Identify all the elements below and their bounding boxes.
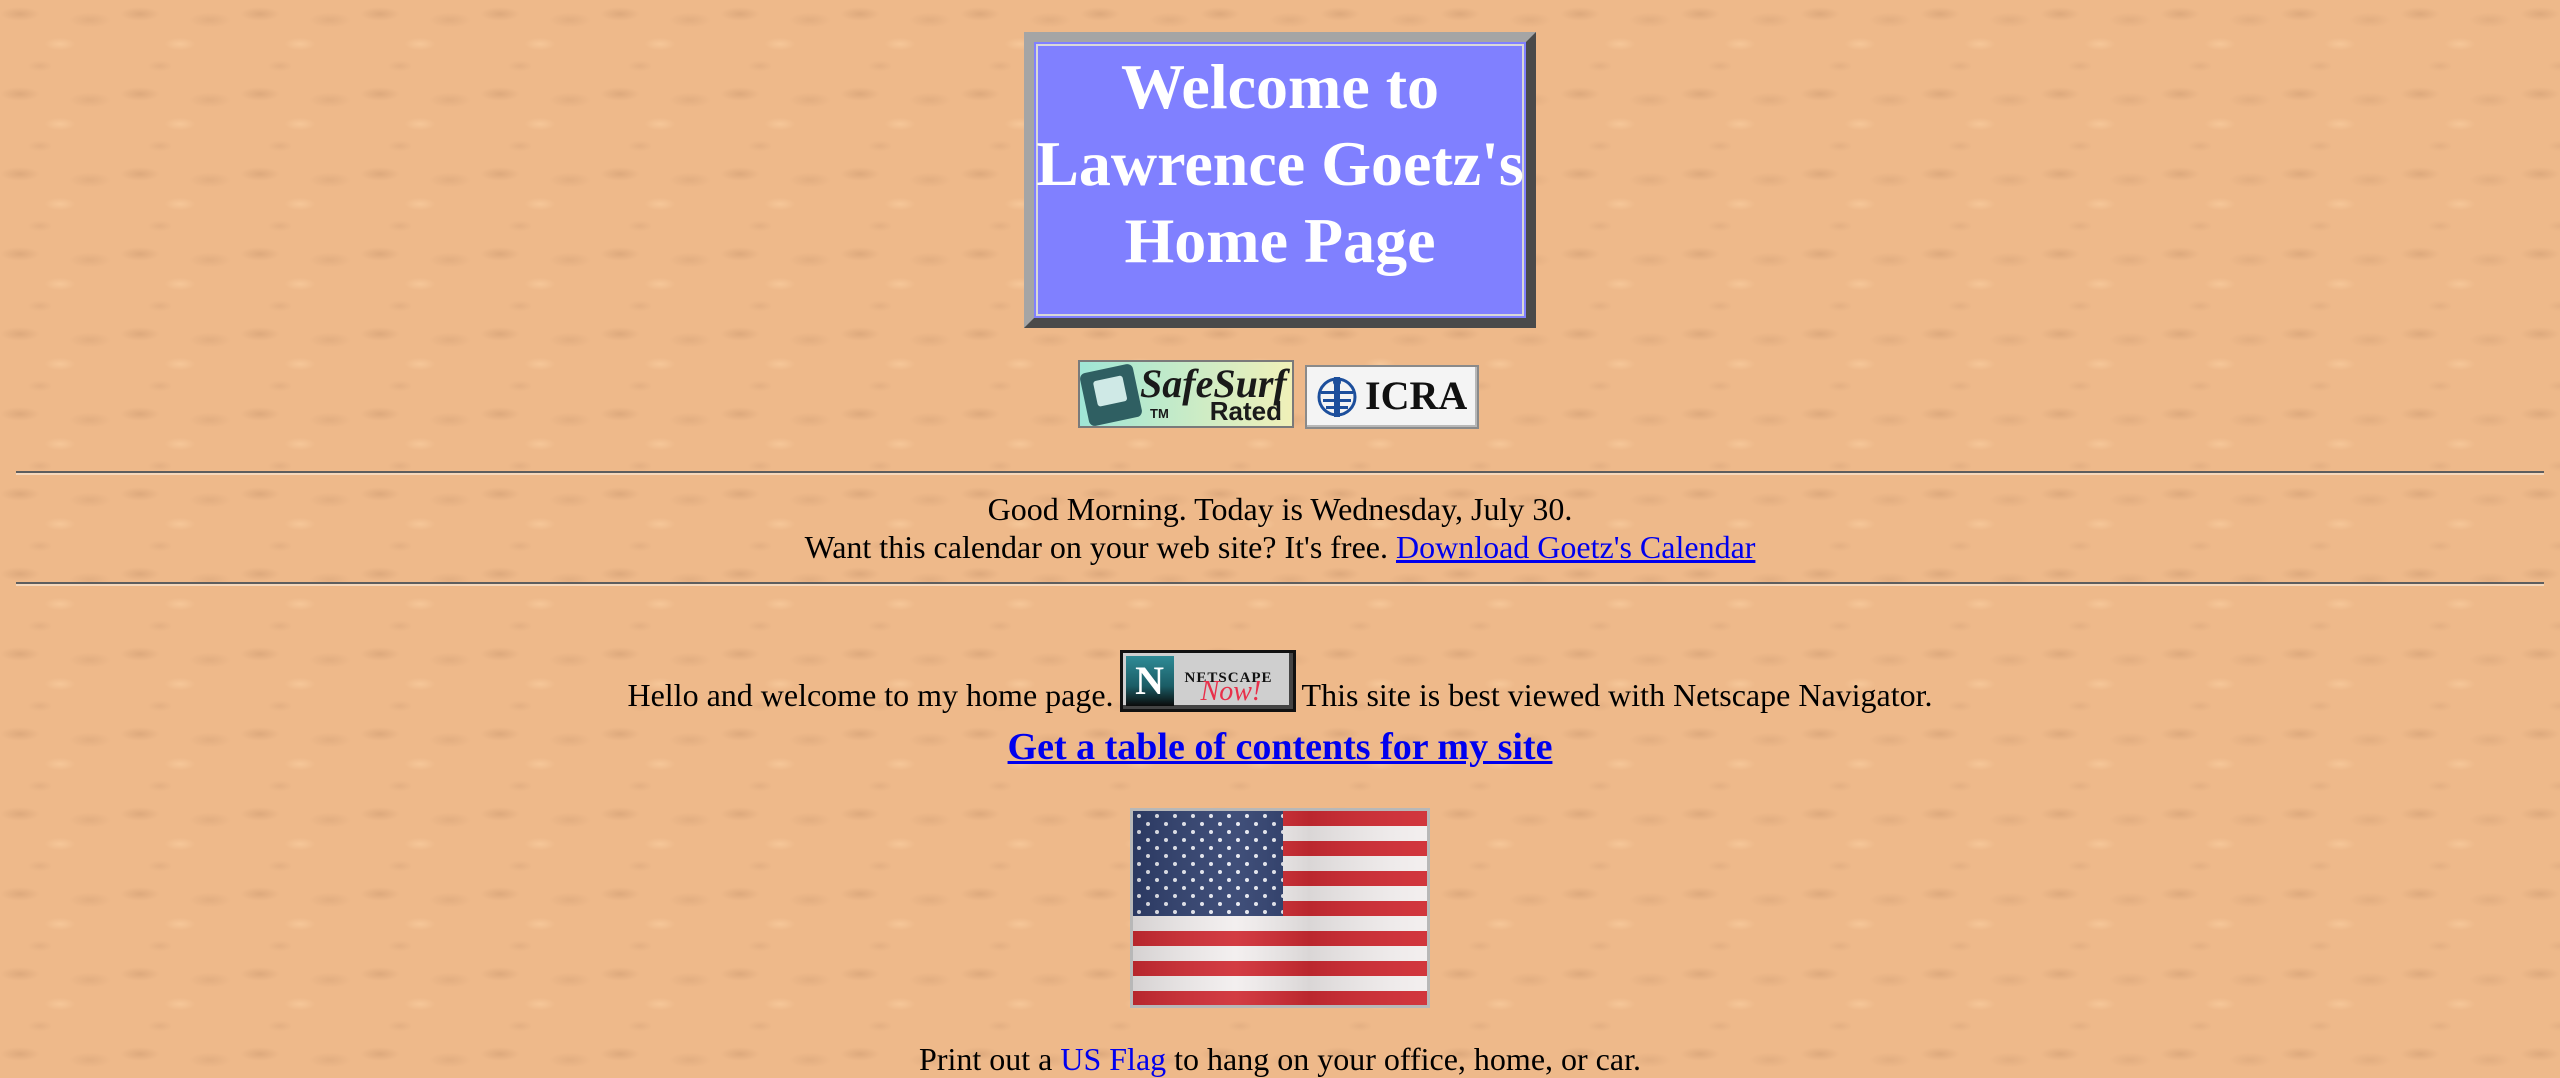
netscape-now-button[interactable]: N NETSCAPE Now! bbox=[1119, 650, 1296, 712]
safesurf-computer-icon bbox=[1078, 362, 1144, 428]
calendar-offer-line: Want this calendar on your web site? It'… bbox=[0, 528, 2560, 566]
intro-line: Hello and welcome to my home page. N NETSC… bbox=[0, 650, 2560, 714]
flag-print-line: Print out a US Flag to hang on your offi… bbox=[0, 1040, 2560, 1078]
us-flag-image[interactable] bbox=[1130, 808, 1430, 1008]
netscape-now-word: Now! bbox=[1200, 676, 1262, 707]
icra-word: ICRA bbox=[1365, 373, 1468, 418]
calendar-offer-text: Want this calendar on your web site? It'… bbox=[804, 529, 1396, 565]
netscape-n-icon: N bbox=[1125, 656, 1174, 706]
flag-suffix-text: to hang on your office, home, or car. bbox=[1166, 1041, 1641, 1077]
banner-line-2: Lawrence Goetz's bbox=[1036, 128, 1524, 199]
icra-logo-icon bbox=[1317, 377, 1357, 417]
banner-line-1: Welcome to bbox=[1120, 51, 1440, 122]
download-calendar-link[interactable]: Download Goetz's Calendar bbox=[1396, 529, 1755, 565]
flag-prefix-text: Print out a bbox=[919, 1041, 1061, 1077]
divider-top bbox=[16, 471, 2544, 475]
banner-line-3: Home Page bbox=[1124, 205, 1436, 276]
calendar-greeting: Good Morning. Today is Wednesday, July 3… bbox=[987, 491, 1573, 527]
welcome-banner: Welcome to Lawrence Goetz's Home Page bbox=[1024, 32, 1536, 328]
safesurf-trademark: TM bbox=[1150, 406, 1169, 421]
us-flag-link[interactable]: US Flag bbox=[1060, 1041, 1166, 1077]
divider-bottom bbox=[16, 582, 2544, 586]
safesurf-rated-label: Rated bbox=[1209, 396, 1282, 426]
table-of-contents-link[interactable]: Get a table of contents for my site bbox=[1008, 726, 1553, 768]
safesurf-rated-badge[interactable]: SafeSurf TM Rated bbox=[1078, 360, 1294, 428]
toc-line: Get a table of contents for my site bbox=[0, 724, 2560, 770]
best-viewed-text: This site is best viewed with Netscape N… bbox=[1301, 677, 1933, 713]
hello-text: Hello and welcome to my home page. bbox=[627, 677, 1114, 713]
banner-title: Welcome to Lawrence Goetz's Home Page bbox=[1034, 48, 1526, 279]
icra-badge[interactable]: ICRA bbox=[1305, 365, 1479, 429]
